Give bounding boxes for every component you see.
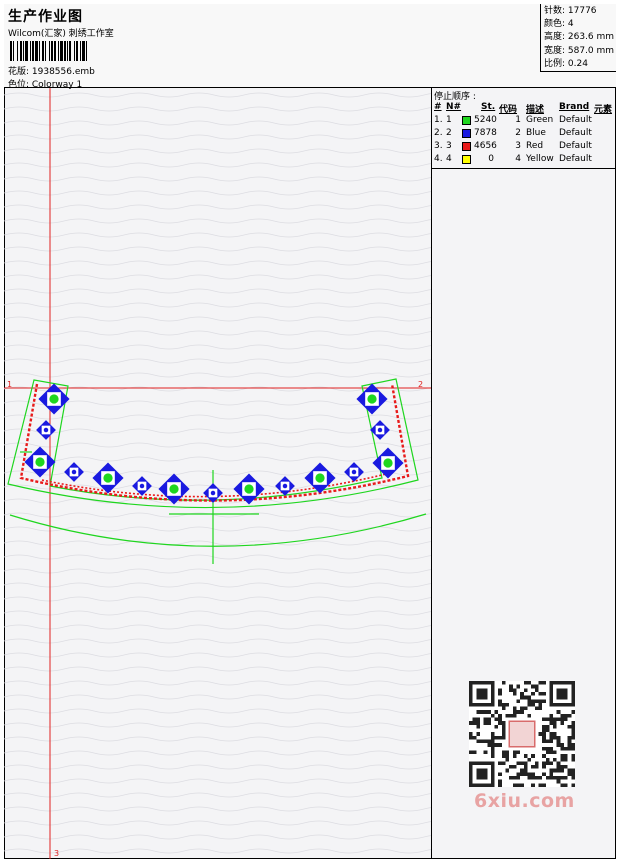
row-stitches: 4656 xyxy=(474,141,497,151)
row-needle: 2 xyxy=(446,128,452,138)
guide-label-2: 2 xyxy=(418,380,423,389)
color-swatch xyxy=(462,155,471,164)
row-needle: 1 xyxy=(446,115,452,125)
row-brand: Default xyxy=(559,115,592,125)
design-preview-canvas: 1 2 3 xyxy=(4,88,431,859)
col-header-stitches: St. xyxy=(481,102,496,112)
row-brand: Default xyxy=(559,141,592,151)
row-stitches: 7878 xyxy=(474,128,497,138)
stitch-count: 针数: 17776 xyxy=(544,6,597,16)
stop-sequence-row: 3. 3 4656 3 Red Default xyxy=(432,141,616,154)
row-needle: 3 xyxy=(446,141,452,151)
color-count: 颜色: 4 xyxy=(544,19,574,30)
row-brand: Default xyxy=(559,154,592,164)
col-header-needle: N# xyxy=(446,102,462,112)
color-swatch xyxy=(462,116,471,125)
design-stats-panel: 针数: 17776 颜色: 4 高度: 263.6 mm 宽度: 587.0 m… xyxy=(540,4,616,72)
worksheet-header: 生产作业图 Wilcom(汇家) 刺绣工作室 花版: 1938556.emb 色… xyxy=(4,4,616,90)
row-index: 3. xyxy=(434,141,443,151)
design-height: 高度: 263.6 mm xyxy=(544,32,615,43)
stop-sequence-row: 4. 4 0 4 Yellow Default xyxy=(432,154,616,167)
color-swatch xyxy=(462,129,471,138)
qr-logo-stamp xyxy=(508,720,536,748)
row-index: 4. xyxy=(434,154,443,164)
guide-label-3: 3 xyxy=(54,849,59,858)
row-stitches: 0 xyxy=(488,154,494,164)
barcode xyxy=(10,41,87,61)
row-color-name: Green xyxy=(526,115,554,125)
row-brand: Default xyxy=(559,128,592,138)
qr-code xyxy=(469,681,575,787)
design-scale: 比例: 0.24 xyxy=(544,58,588,69)
row-index: 1. xyxy=(434,115,443,125)
stop-sequence-row: 2. 2 7878 2 Blue Default xyxy=(432,128,616,141)
col-header-index: # xyxy=(434,102,442,112)
row-code: 2 xyxy=(515,128,521,138)
guide-label-1: 1 xyxy=(7,380,12,389)
row-code: 3 xyxy=(515,141,521,151)
row-color-name: Yellow xyxy=(526,154,554,164)
col-header-code: 代码 xyxy=(499,105,518,115)
color-swatch xyxy=(462,142,471,151)
row-index: 2. xyxy=(434,128,443,138)
row-color-name: Red xyxy=(526,141,544,151)
site-watermark: 6xiu.com xyxy=(474,790,575,812)
col-header-desc: 描述 xyxy=(526,105,545,115)
design-filename: 花版: 1938556.emb xyxy=(8,67,95,77)
stop-sequence-row: 1. 1 5240 1 Green Default xyxy=(432,115,616,128)
row-color-name: Blue xyxy=(526,128,546,138)
row-code: 1 xyxy=(515,115,521,125)
col-header-element: 元素 xyxy=(594,105,613,115)
row-code: 4 xyxy=(515,154,521,164)
design-width: 宽度: 587.0 mm xyxy=(544,45,615,56)
stop-sequence-title: 停止顺序 : xyxy=(434,92,476,102)
embroidery-drawing: 1 2 3 xyxy=(4,88,431,859)
row-stitches: 5240 xyxy=(474,115,497,125)
company-name: Wilcom(汇家) 刺绣工作室 xyxy=(8,29,114,39)
col-header-brand: Brand xyxy=(559,102,590,112)
stop-sequence-table: 停止顺序 : # N# St. 代码 描述 Brand 元素 1. 1 5240 1 G… xyxy=(432,88,616,169)
row-needle: 4 xyxy=(446,154,452,164)
page-title: 生产作业图 xyxy=(8,9,83,25)
